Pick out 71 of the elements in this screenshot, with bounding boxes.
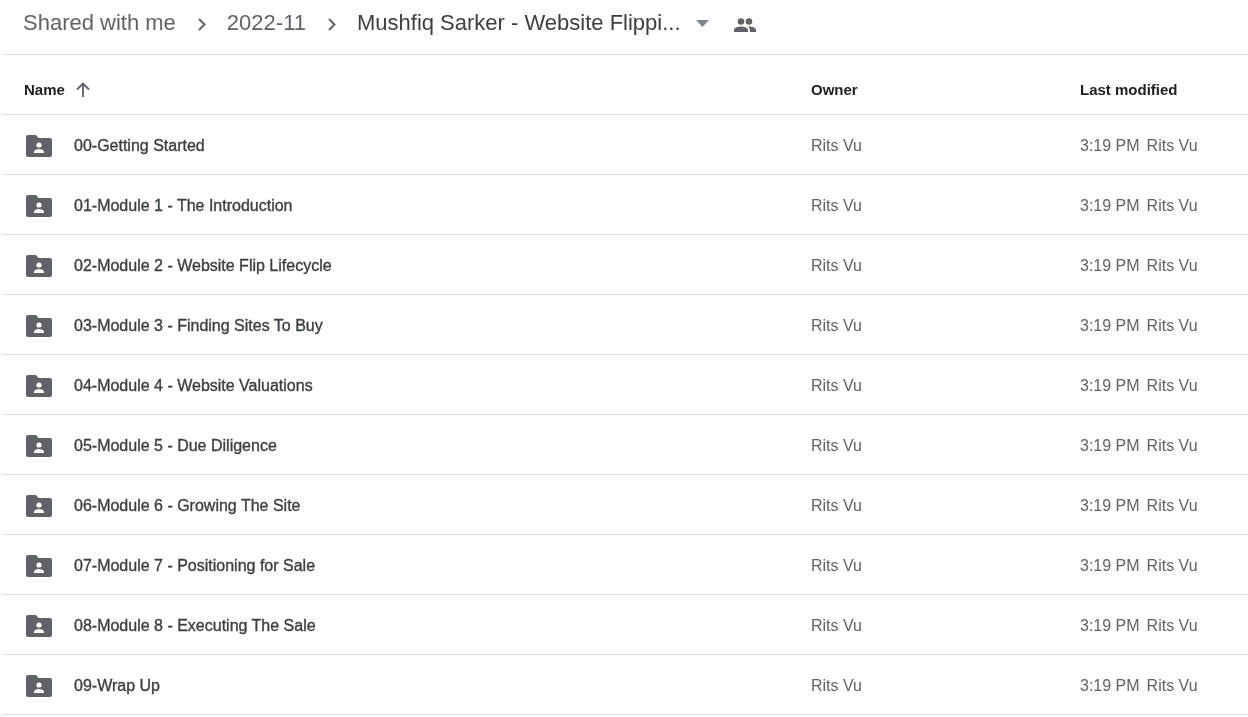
folder-person-icon — [26, 315, 52, 337]
folder-row[interactable]: 07-Module 7 - Positioning for Sale Rits Vu 3:19 PM Rits Vu — [3, 535, 1248, 595]
breadcrumb-link[interactable]: Shared with me — [23, 10, 176, 36]
folder-row[interactable]: 09-Wrap Up Rits Vu 3:19 PM Rits Vu — [3, 655, 1248, 715]
breadcrumb-current[interactable]: Mushfiq Sarker - Website Flippi... — [356, 10, 681, 36]
owner-name: Rits Vu — [811, 137, 862, 154]
modified-time: 3:19 PM — [1080, 437, 1140, 455]
modified-time: 3:19 PM — [1080, 257, 1140, 275]
modifier-name: Rits Vu — [1146, 137, 1198, 155]
modifier-name: Rits Vu — [1146, 257, 1198, 275]
folder-person-icon — [26, 615, 52, 637]
folder-name: 02-Module 2 - Website Flip Lifecycle — [74, 257, 332, 275]
folder-name: 04-Module 4 - Website Valuations — [74, 377, 313, 395]
owner-name: Rits Vu — [811, 497, 862, 514]
modifier-name: Rits Vu — [1146, 197, 1198, 215]
owner-name: Rits Vu — [811, 197, 862, 214]
modifier-name: Rits Vu — [1146, 377, 1198, 395]
chevron-right-icon — [327, 17, 336, 31]
modifier-name: Rits Vu — [1146, 677, 1198, 695]
folder-person-icon — [26, 495, 52, 517]
folder-name: 06-Module 6 - Growing The Site — [74, 497, 301, 515]
owner-name: Rits Vu — [811, 257, 862, 274]
folder-row[interactable]: 02-Module 2 - Website Flip Lifecycle Rits Vu 3:19 PM Rits Vu — [3, 235, 1248, 295]
folder-person-icon — [26, 375, 52, 397]
folder-person-icon — [26, 555, 52, 577]
owner-name: Rits Vu — [811, 677, 862, 694]
column-header[interactable]: Last modified — [1080, 81, 1178, 98]
folder-person-icon — [26, 195, 52, 217]
owner-name: Rits Vu — [811, 557, 862, 574]
folder-row[interactable]: 08-Module 8 - Executing The Sale Rits Vu 3:19 PM Rits Vu — [3, 595, 1248, 655]
folder-row[interactable]: 03-Module 3 - Finding Sites To Buy Rits Vu 3:19 PM Rits Vu — [3, 295, 1248, 355]
column-header[interactable]: Name — [24, 81, 65, 98]
folder-person-icon — [26, 255, 52, 277]
owner-name: Rits Vu — [811, 437, 862, 454]
modifier-name: Rits Vu — [1146, 617, 1198, 635]
modifier-name: Rits Vu — [1146, 557, 1198, 575]
folder-name: 07-Module 7 - Positioning for Sale — [74, 557, 316, 575]
owner-name: Rits Vu — [811, 317, 862, 334]
modifier-name: Rits Vu — [1146, 437, 1198, 455]
modified-time: 3:19 PM — [1080, 497, 1140, 515]
folder-name: 05-Module 5 - Due Diligence — [74, 437, 277, 455]
folder-name: 09-Wrap Up — [74, 677, 160, 695]
modified-time: 3:19 PM — [1080, 197, 1140, 215]
modifier-name: Rits Vu — [1146, 497, 1198, 515]
folder-row[interactable]: 00-Getting Started Rits Vu 3:19 PM Rits Vu — [3, 115, 1248, 175]
folder-person-icon — [26, 435, 52, 457]
folder-name: 03-Module 3 - Finding Sites To Buy — [74, 317, 323, 335]
folder-name: 08-Module 8 - Executing The Sale — [74, 617, 316, 635]
people-icon[interactable] — [733, 17, 756, 32]
arrow-up-icon[interactable] — [75, 82, 90, 97]
folder-row[interactable]: 06-Module 6 - Growing The Site Rits Vu 3:19 PM Rits Vu — [3, 475, 1248, 535]
modifier-name: Rits Vu — [1146, 317, 1198, 335]
modified-time: 3:19 PM — [1080, 617, 1140, 635]
column-header[interactable]: Owner — [811, 81, 858, 98]
folder-person-icon — [26, 135, 52, 157]
modified-time: 3:19 PM — [1080, 677, 1140, 695]
breadcrumb-link[interactable]: 2022-11 — [226, 10, 306, 36]
modified-time: 3:19 PM — [1080, 377, 1140, 395]
owner-name: Rits Vu — [811, 377, 862, 394]
modified-time: 3:19 PM — [1080, 557, 1140, 575]
chevron-right-icon — [197, 17, 206, 31]
folder-row[interactable]: 04-Module 4 - Website Valuations Rits Vu 3:19 PM Rits Vu — [3, 355, 1248, 415]
folder-name: 01-Module 1 - The Introduction — [74, 197, 293, 215]
folder-name: 00-Getting Started — [74, 137, 205, 155]
folder-row[interactable]: 01-Module 1 - The Introduction Rits Vu 3:19 PM Rits Vu — [3, 175, 1248, 235]
folder-person-icon — [26, 675, 52, 697]
modified-time: 3:19 PM — [1080, 137, 1140, 155]
folder-row[interactable]: 05-Module 5 - Due Diligence Rits Vu 3:19 PM Rits Vu — [3, 415, 1248, 475]
caret-down-icon[interactable] — [695, 19, 709, 27]
modified-time: 3:19 PM — [1080, 317, 1140, 335]
owner-name: Rits Vu — [811, 617, 862, 634]
